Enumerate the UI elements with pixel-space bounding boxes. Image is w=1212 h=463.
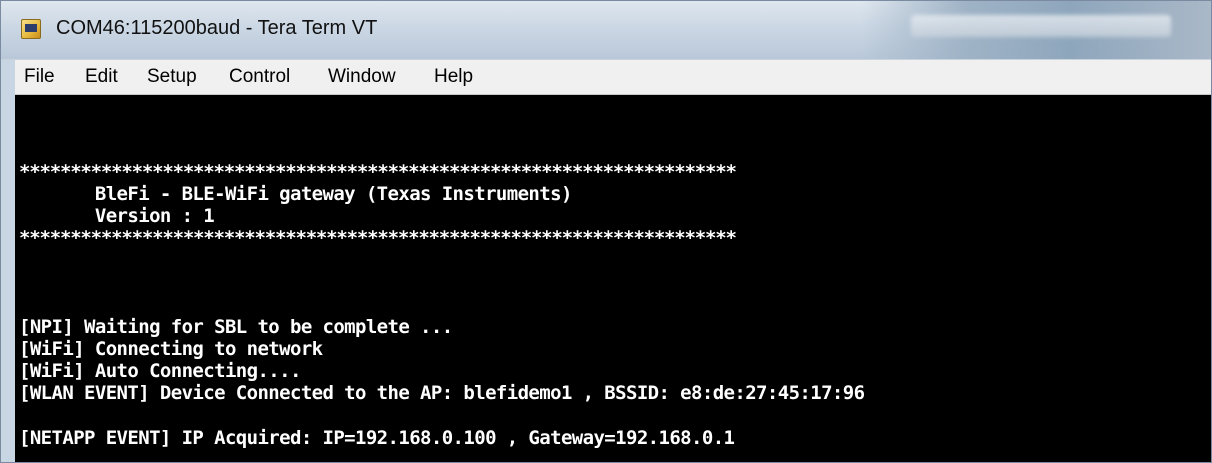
terminal-area[interactable]: ****************************************…: [15, 95, 1207, 460]
background-window-tabs: [911, 15, 1171, 37]
menu-window[interactable]: Window: [324, 65, 400, 89]
window-title: COM46:115200baud - Tera Term VT: [56, 17, 378, 39]
menu-control[interactable]: Control: [225, 65, 294, 89]
terminal-line-wifi-auto: [WiFi] Auto Connecting....: [19, 360, 301, 382]
banner-top-border: ****************************************…: [19, 161, 737, 183]
menu-setup[interactable]: Setup: [143, 65, 201, 89]
menu-edit[interactable]: Edit: [81, 65, 122, 89]
terminal-line-wlan-event: [WLAN EVENT] Device Connected to the AP:…: [19, 382, 865, 404]
banner-version-line: Version : 1: [19, 205, 215, 227]
terminal-line-netapp-event: [NETAPP EVENT] IP Acquired: IP=192.168.0…: [19, 427, 735, 449]
tera-term-window: COM46:115200baud - Tera Term VT File Edi…: [0, 0, 1212, 463]
terminal-line-npi: [NPI] Waiting for SBL to be complete ...: [19, 316, 453, 338]
menu-bar-left-edge: [1, 60, 15, 96]
banner-bottom-border: ****************************************…: [19, 227, 737, 249]
menu-file[interactable]: File: [20, 65, 59, 89]
menu-help[interactable]: Help: [430, 65, 477, 89]
menu-bar: File Edit Setup Control Window Help: [1, 59, 1211, 96]
banner-title-line: BleFi - BLE-WiFi gateway (Texas Instrume…: [19, 183, 573, 205]
window-left-frame: [1, 95, 15, 462]
teraterm-app-icon[interactable]: [21, 19, 41, 39]
title-bar[interactable]: COM46:115200baud - Tera Term VT: [1, 1, 1211, 59]
terminal-line-wifi-connecting: [WiFi] Connecting to network: [19, 338, 323, 360]
